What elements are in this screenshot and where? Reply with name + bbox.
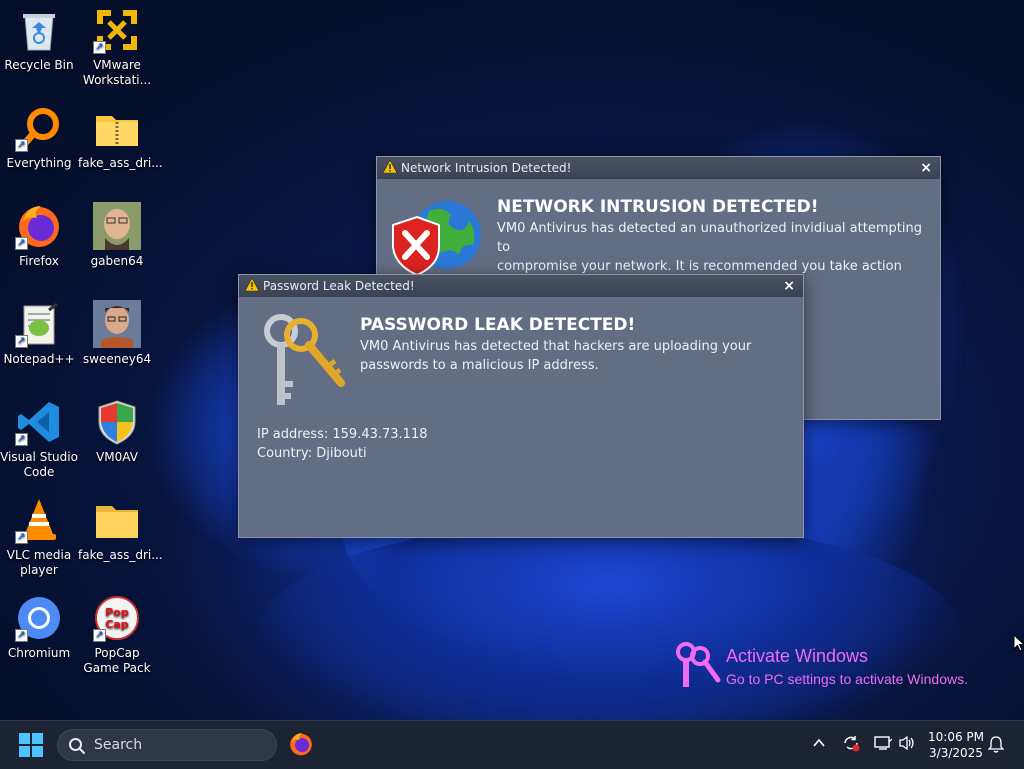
dialog-message-line: VM0 Antivirus has detected that hackers … [360,339,752,354]
search-icon [68,737,86,759]
leak-details: IP address: 159.43.73.118 Country: Djibo… [257,425,657,463]
desktop-icon-label: Everything [6,156,72,170]
shortcut-arrow-icon: ↗ [15,433,28,446]
desktop-icon-label: Firefox [19,254,59,268]
desktop-icon-label: sweeney64 [82,352,152,366]
desktop-icon-label: Recycle Bin [4,58,74,72]
vlc-icon: ↗ [15,496,63,544]
desktop-icon-label: VM0AV [96,450,138,464]
shortcut-arrow-icon: ↗ [93,629,106,642]
dialog-titlebar[interactable]: Network Intrusion Detected! × [377,157,940,179]
taskbar-clock[interactable]: 10:06 PM 3/3/2025 [926,729,986,761]
wallpaper-swirl [260,520,960,740]
taskbar: Search 10:06 PM 3/3/2025 [0,720,1024,769]
shortcut-arrow-icon: ↗ [15,139,28,152]
desktop-icon-label: fake_ass_dri... [78,548,163,562]
desktop-icon-chromium[interactable]: ↗ Chromium [0,594,78,661]
desktop-icon-label: VMware Workstati... [82,58,152,87]
network-icon[interactable] [874,735,893,754]
warning-icon [244,276,260,298]
shortcut-arrow-icon: ↗ [15,629,28,642]
desktop-icon-everything[interactable]: ↗ Everything [0,104,78,171]
country-text: Country: Djibouti [257,446,367,461]
folder-zip-icon [93,104,141,152]
password-leak-dialog[interactable]: Password Leak Detected! × PASSWORD LEAK … [238,274,804,538]
volume-icon[interactable] [898,735,916,754]
desktop-icon-notepad-plus-plus[interactable]: ↗ Notepad++ [0,300,78,367]
desktop-icon-popcap[interactable]: Pop Cap ↗ PopCap Game Pack [78,594,156,676]
desktop-icon-folder[interactable]: fake_ass_dri... [78,496,163,563]
shield-icon [93,398,141,446]
keys-icon [257,311,347,411]
photo-icon [93,300,141,348]
photo-icon [93,202,141,250]
chevron-up-icon[interactable] [812,736,826,753]
desktop-icon-recycle-bin[interactable]: Recycle Bin [0,6,78,73]
clock-time: 10:06 PM [928,730,984,744]
desktop-icon-label: fake_ass_dri... [78,156,163,170]
desktop-icon-label: VLC media player [6,548,72,577]
dialog-message-line: VM0 Antivirus has detected an unauthoriz… [497,221,922,255]
start-button[interactable] [19,733,43,757]
keys-icon [672,640,722,694]
desktop-icon-firefox[interactable]: ↗ Firefox [0,202,78,269]
shortcut-arrow-icon: ↗ [15,335,28,348]
close-button[interactable]: × [783,275,795,297]
vmware-icon: ↗ [93,6,141,54]
ip-address-text: IP address: 159.43.73.118 [257,427,428,442]
sync-alert-icon[interactable] [842,734,860,755]
clock-date: 3/3/2025 [929,746,983,760]
chromium-icon: ↗ [15,594,63,642]
notepad-plus-plus-icon: ↗ [15,300,63,348]
desktop-icon-vlc[interactable]: ↗ VLC media player [0,496,78,578]
shortcut-arrow-icon: ↗ [15,531,28,544]
desktop-icon-label: PopCap Game Pack [83,646,151,675]
desktop-icon-vm0av[interactable]: VM0AV [78,398,156,465]
dialog-titlebar[interactable]: Password Leak Detected! × [239,275,803,297]
desktop-icon-vmware[interactable]: ↗ VMware Workstati... [78,6,156,88]
dialog-title: Password Leak Detected! [263,279,415,293]
desktop-icon-folder[interactable]: fake_ass_dri... [78,104,163,171]
desktop-icon-label: Chromium [7,646,71,660]
shortcut-arrow-icon: ↗ [15,237,28,250]
desktop-icon-label: gaben64 [90,254,144,268]
desktop-icon-label: Notepad++ [3,352,75,366]
desktop-icon-label: Visual Studio Code [0,450,78,479]
firefox-icon: ↗ [15,202,63,250]
popcap-icon: Pop Cap ↗ [93,594,141,642]
activate-windows-subtitle: Go to PC settings to activate Windows. [726,671,968,687]
folder-icon [93,496,141,544]
close-button[interactable]: × [920,157,932,179]
recycle-bin-icon [15,6,63,54]
search-label: Search [94,737,143,753]
desktop-icon-sweeney64[interactable]: sweeney64 [78,300,156,367]
activate-windows-title: Activate Windows [726,646,869,666]
taskbar-firefox-icon[interactable] [288,731,314,757]
dialog-headline: NETWORK INTRUSION DETECTED! [497,197,819,217]
everything-search-icon: ↗ [15,104,63,152]
globe-shield-icon [389,195,485,279]
desktop-icon-vscode[interactable]: ↗ Visual Studio Code [0,398,78,480]
shortcut-arrow-icon: ↗ [93,41,106,54]
svg-text:Cap: Cap [105,618,128,631]
dialog-headline: PASSWORD LEAK DETECTED! [360,315,636,335]
warning-icon [382,158,398,180]
dialog-title: Network Intrusion Detected! [401,161,572,175]
notification-bell-icon[interactable] [987,735,1005,756]
desktop-icon-gaben64[interactable]: gaben64 [78,202,156,269]
vscode-icon: ↗ [15,398,63,446]
taskbar-search-box[interactable]: Search [57,729,277,761]
mouse-cursor-icon [1013,633,1024,656]
dialog-message-line: passwords to a malicious IP address. [360,358,599,373]
dialog-message: VM0 Antivirus has detected that hackers … [360,337,790,375]
